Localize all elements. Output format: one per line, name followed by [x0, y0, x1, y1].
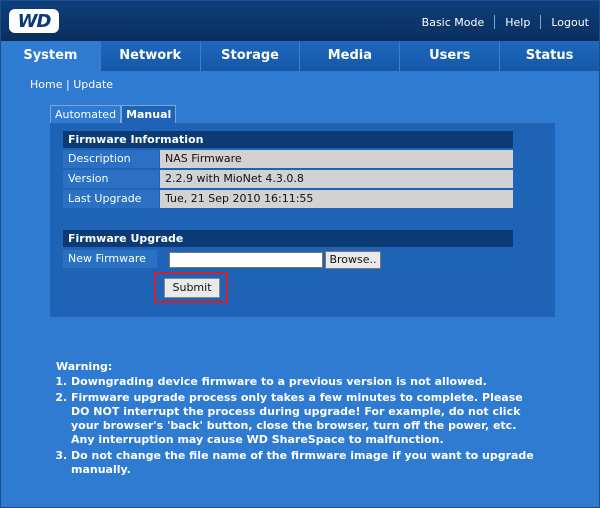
- tab-manual[interactable]: Manual: [121, 105, 177, 124]
- warning-item: Firmware upgrade process only takes a fe…: [71, 391, 541, 447]
- firmware-info-header: Firmware Information: [63, 131, 513, 148]
- warning-item: Downgrading device firmware to a previou…: [71, 375, 541, 389]
- logout-link[interactable]: Logout: [551, 16, 589, 29]
- info-row-last-upgrade: Last Upgrade Tue, 21 Sep 2010 16:11:55: [63, 190, 513, 208]
- warning-item: Do not change the file name of the firmw…: [71, 449, 541, 477]
- info-label: Last Upgrade: [63, 190, 160, 208]
- warning-list: Downgrading device firmware to a previou…: [56, 375, 541, 477]
- submit-highlight: Submit: [154, 272, 228, 303]
- top-header: WD Basic Mode Help Logout: [1, 1, 599, 41]
- info-label: Version: [63, 170, 160, 188]
- manual-panel: Firmware Information Description NAS Fir…: [50, 123, 555, 317]
- separator: [540, 15, 542, 29]
- help-link[interactable]: Help: [505, 16, 530, 29]
- submit-button[interactable]: Submit: [164, 278, 220, 298]
- info-value: 2.2.9 with MioNet 4.3.0.8: [160, 170, 513, 188]
- info-label: Description: [63, 150, 160, 168]
- basic-mode-link[interactable]: Basic Mode: [422, 16, 485, 29]
- nav-status[interactable]: Status: [500, 41, 599, 71]
- nav-media[interactable]: Media: [300, 41, 401, 71]
- breadcrumb-home[interactable]: Home: [30, 78, 62, 91]
- firmware-file-input[interactable]: [169, 252, 323, 268]
- nav-network[interactable]: Network: [101, 41, 201, 71]
- upgrade-row: New Firmware: [63, 250, 158, 268]
- nav-system[interactable]: System: [1, 41, 101, 71]
- browse-button[interactable]: Browse..: [325, 251, 381, 269]
- info-value: Tue, 21 Sep 2010 16:11:55: [160, 190, 513, 208]
- breadcrumb: Home | Update: [30, 78, 113, 91]
- top-links: Basic Mode Help Logout: [422, 15, 589, 29]
- new-firmware-label: New Firmware: [63, 250, 158, 268]
- info-row-version: Version 2.2.9 with MioNet 4.3.0.8: [63, 170, 513, 188]
- wd-logo: WD: [9, 9, 59, 33]
- warning-title: Warning:: [56, 360, 113, 373]
- firmware-upgrade-header: Firmware Upgrade: [63, 230, 513, 247]
- breadcrumb-update[interactable]: Update: [73, 78, 113, 91]
- app-window: WD Basic Mode Help Logout System Network…: [0, 0, 600, 508]
- nav-users[interactable]: Users: [400, 41, 501, 71]
- separator: [494, 15, 496, 29]
- tab-automated[interactable]: Automated: [50, 105, 122, 124]
- warning-section: Warning: Downgrading device firmware to …: [56, 360, 541, 479]
- info-row-description: Description NAS Firmware: [63, 150, 513, 168]
- main-nav: System Network Storage Media Users Statu…: [1, 41, 599, 71]
- tab-bar: Automated Manual: [50, 105, 177, 124]
- info-value: NAS Firmware: [160, 150, 513, 168]
- nav-storage[interactable]: Storage: [201, 41, 301, 71]
